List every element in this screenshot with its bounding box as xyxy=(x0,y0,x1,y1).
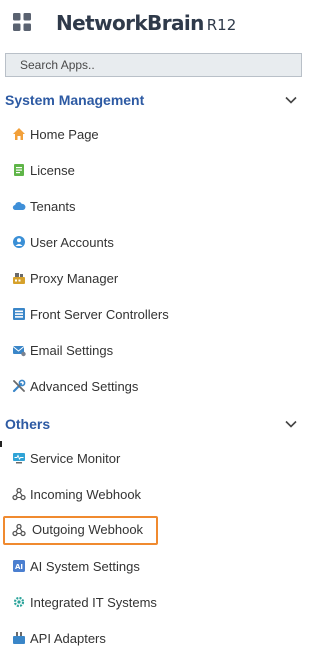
email-icon xyxy=(12,346,26,357)
svg-text:AI: AI xyxy=(15,563,23,571)
cloud-icon xyxy=(12,202,26,211)
section-system-management[interactable]: System Management xyxy=(0,86,318,114)
menu-item-label: Proxy Manager xyxy=(30,271,119,286)
menu-item-email-settings[interactable]: Email Settings xyxy=(10,338,290,364)
app-header: NetworkBrain R12 xyxy=(0,0,318,48)
menu-item-license[interactable]: License xyxy=(10,158,290,184)
menu-item-label: Advanced Settings xyxy=(30,379,139,394)
brand-name: NetworkBrain xyxy=(56,11,204,35)
menu-item-label: Outgoing Webhook xyxy=(32,522,144,537)
api-adapter-icon xyxy=(13,632,25,644)
section-others[interactable]: Others xyxy=(0,410,318,438)
brand-logo: NetworkBrain R12 xyxy=(56,11,236,37)
webhook-icon xyxy=(12,487,26,501)
menu-item-label: Tenants xyxy=(30,199,76,214)
menu-item-front-server-controllers[interactable]: Front Server Controllers xyxy=(10,302,290,328)
menu-item-tenants[interactable]: Tenants xyxy=(10,194,290,220)
menu-item-service-monitor[interactable]: Service Monitor xyxy=(10,446,290,472)
menu-item-home-page[interactable]: Home Page xyxy=(10,122,290,148)
chevron-down-icon[interactable] xyxy=(284,417,298,431)
menu-item-ai-system-settings[interactable]: AI AI System Settings xyxy=(10,554,290,580)
section-title: Others xyxy=(5,416,51,432)
menu-item-user-accounts[interactable]: User Accounts xyxy=(10,230,290,256)
search-input[interactable] xyxy=(6,54,301,76)
monitor-icon xyxy=(13,453,25,464)
menu-item-advanced-settings[interactable]: Advanced Settings xyxy=(10,374,290,400)
server-controller-icon xyxy=(13,308,25,320)
search-box xyxy=(5,53,302,77)
user-icon xyxy=(13,236,25,248)
menu-item-label: AI System Settings xyxy=(30,559,140,574)
menu-item-api-adapters[interactable]: API Adapters xyxy=(10,626,290,652)
webhook-icon xyxy=(12,523,26,537)
home-icon xyxy=(13,128,25,140)
chevron-down-icon[interactable] xyxy=(284,93,298,107)
menu-item-label: API Adapters xyxy=(30,631,106,646)
proxy-icon xyxy=(13,273,25,284)
ai-settings-icon: AI xyxy=(13,560,25,572)
menu-item-label: Email Settings xyxy=(30,343,114,358)
menu-item-outgoing-webhook[interactable]: Outgoing Webhook xyxy=(3,516,158,545)
divider-mark xyxy=(0,441,2,447)
menu-item-integrated-it-systems[interactable]: Integrated IT Systems xyxy=(10,590,290,616)
integration-icon xyxy=(13,596,25,608)
section-title: System Management xyxy=(5,92,145,108)
menu-item-label: Integrated IT Systems xyxy=(30,595,157,610)
tools-icon xyxy=(12,379,26,393)
menu-item-label: Home Page xyxy=(30,127,99,142)
brand-version: R12 xyxy=(206,16,237,34)
app-grid-icon[interactable] xyxy=(12,12,32,32)
menu-item-label: Incoming Webhook xyxy=(30,487,142,502)
menu-item-incoming-webhook[interactable]: Incoming Webhook xyxy=(10,482,290,508)
menu-item-proxy-manager[interactable]: Proxy Manager xyxy=(10,266,290,292)
menu-item-label: User Accounts xyxy=(30,235,114,250)
menu-item-label: License xyxy=(30,163,75,178)
menu-item-label: Service Monitor xyxy=(30,451,121,466)
license-icon xyxy=(14,164,24,176)
menu-item-label: Front Server Controllers xyxy=(30,307,169,322)
